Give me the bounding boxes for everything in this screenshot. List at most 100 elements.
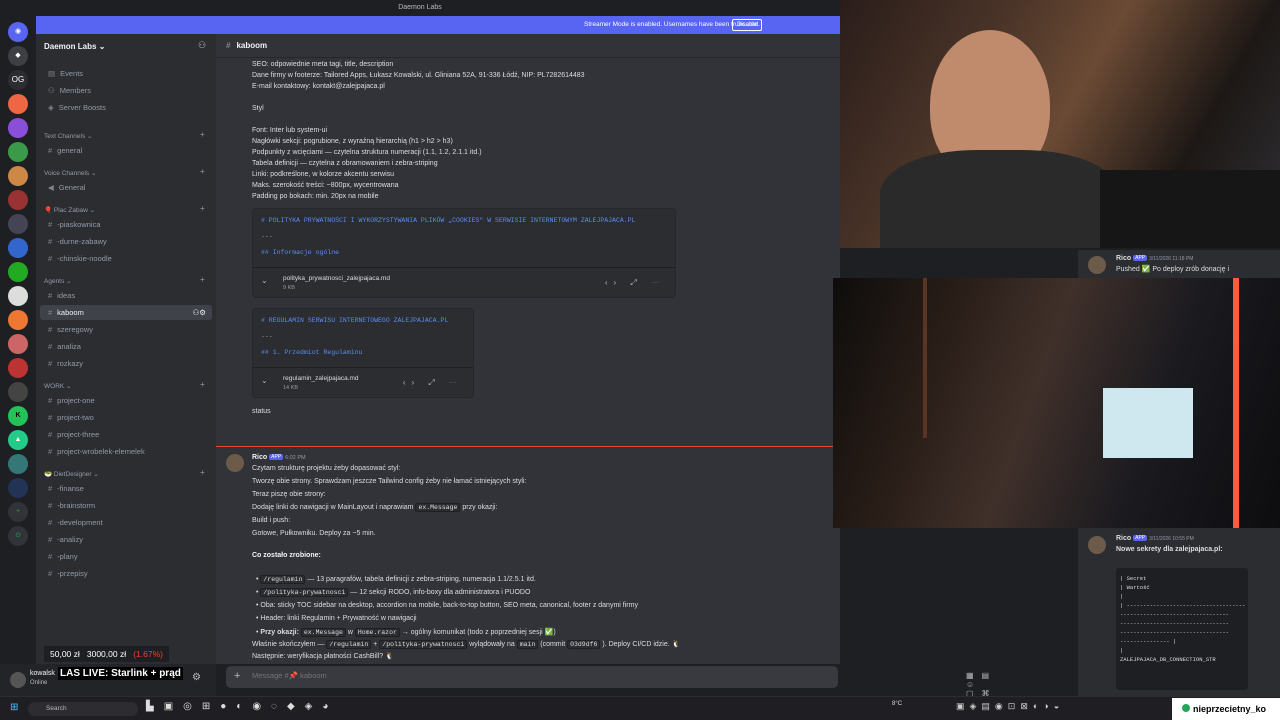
category-plac-zabaw[interactable]: 🎈 Plac Zabaw ⌄ [44, 206, 95, 214]
server-icon[interactable] [8, 454, 28, 474]
message-line: Dane firmy w footerze: Tailored Apps, Łu… [252, 72, 585, 79]
avatar[interactable] [226, 454, 244, 472]
category-text-channels[interactable]: Text Channels ⌄ [44, 132, 92, 140]
author-name[interactable]: Rico [252, 454, 267, 461]
file-name[interactable]: polityka_prywatnosci_zalejpajaca.md [283, 275, 390, 282]
file-actions[interactable]: ‹› ⤢ ⋯ [605, 278, 665, 288]
server-icon[interactable] [8, 238, 28, 258]
hash-icon: # [48, 501, 53, 510]
message-line: Nagłówki sekcji: pogrubione, z wyraźną h… [252, 138, 453, 145]
message-line: Właśnie skończyłem — /regulamin + /polit… [252, 640, 681, 649]
category-work[interactable]: WORK ⌄ [44, 382, 72, 390]
channel-development[interactable]: # -development [40, 515, 212, 530]
server-icon[interactable] [8, 118, 28, 138]
preview-separator: --- [261, 233, 273, 240]
server-boosts-item[interactable]: ◈ Server Boosts [40, 100, 212, 115]
file-row[interactable]: ⌄ polityka_prywatnosci_zalejpajaca.md 9 … [253, 267, 675, 297]
channel-rozkazy[interactable]: # rozkazy [40, 356, 212, 371]
server-icon[interactable] [8, 286, 28, 306]
system-tray-icons[interactable]: ▣◈▤◉⊡⊠◐◑◒ [956, 701, 1064, 712]
settings-icon[interactable]: ⚇⚙ [193, 305, 206, 320]
category-agents[interactable]: Agents ⌄ [44, 277, 72, 285]
channel-project-one[interactable]: # project-one [40, 393, 212, 408]
channel-project-wrobelek[interactable]: # project-wrobelek-elemelek [40, 444, 212, 459]
channel-durne-zabawy[interactable]: # -durne-zabawy [40, 234, 212, 249]
avatar[interactable] [1088, 536, 1106, 554]
channel-project-three[interactable]: # project-three [40, 427, 212, 442]
server-icon[interactable] [8, 310, 28, 330]
hash-icon: # [48, 430, 53, 439]
channel-general[interactable]: # general [40, 143, 212, 158]
file-actions[interactable]: ‹› ⤢ ⋯ [403, 378, 463, 388]
server-name[interactable]: Daemon Labs ⌄ [44, 42, 105, 51]
server-icon[interactable] [8, 214, 28, 234]
chevron-down-icon[interactable]: ⌄ [261, 376, 268, 385]
server-icon[interactable]: ▲ [8, 430, 28, 450]
category-voice-channels[interactable]: Voice Channels ⌄ [44, 169, 96, 177]
channel-ideas[interactable]: # ideas [40, 288, 212, 303]
hash-icon: # [48, 396, 53, 405]
disable-button[interactable]: Disable [731, 19, 762, 31]
server-icon[interactable] [8, 142, 28, 162]
streamer-tag: nieprzecietny_ko [1172, 698, 1280, 720]
channel-piaskownica[interactable]: # -piaskownica [40, 217, 212, 232]
channel-plany[interactable]: # -plany [40, 549, 212, 564]
add-channel-icon[interactable]: + [200, 275, 205, 284]
add-channel-icon[interactable]: + [200, 130, 205, 139]
add-channel-icon[interactable]: + [200, 380, 205, 389]
server-icon[interactable] [8, 334, 28, 354]
window-title-bar: Daemon Labs [0, 0, 840, 16]
avatar[interactable] [1088, 256, 1106, 274]
taskbar-apps[interactable]: ▙▣◎⊞●◐◉◌◆◈◕ [146, 701, 338, 712]
avatar[interactable] [10, 672, 26, 688]
discord-home-icon[interactable]: ◉ [8, 22, 28, 42]
invite-icon[interactable]: ⚇ [198, 40, 206, 51]
message-input[interactable] [252, 671, 552, 680]
hash-icon: # [48, 291, 53, 300]
settings-gear-icon[interactable]: ⚙ [192, 672, 201, 683]
add-channel-icon[interactable]: + [200, 204, 205, 213]
server-icon[interactable] [8, 358, 28, 378]
channel-analiza[interactable]: # analiza [40, 339, 212, 354]
message-line: Font: Inter lub system-ui [252, 127, 328, 134]
chevron-down-icon[interactable]: ⌄ [261, 276, 268, 285]
server-og[interactable]: OG [8, 70, 28, 90]
taskbar-search[interactable]: Search [28, 702, 138, 716]
add-channel-icon[interactable]: + [200, 468, 205, 477]
add-server-icon[interactable]: + [8, 502, 28, 522]
server-icon[interactable] [8, 94, 28, 114]
events-item[interactable]: ▤ Events [40, 66, 212, 81]
message-list: SEO: odpowiednie meta tagi, title, descr… [216, 58, 840, 664]
channel-project-two[interactable]: # project-two [40, 410, 212, 425]
server-icon[interactable] [8, 478, 28, 498]
add-channel-icon[interactable]: + [200, 167, 205, 176]
channel-przepisy[interactable]: # -przepisy [40, 566, 212, 581]
hash-icon: # [48, 569, 53, 578]
composer-actions[interactable]: ▦▤☺▢⌘ [966, 671, 998, 698]
new-messages-divider [216, 446, 840, 447]
channel-chinskie-noodle[interactable]: # -chinskie-noodle [40, 251, 212, 266]
explore-icon[interactable]: ⊙ [8, 526, 28, 546]
server-icon[interactable] [8, 382, 28, 402]
channel-finanse[interactable]: # -finanse [40, 481, 212, 496]
voice-channel-general[interactable]: ◀ General [40, 180, 212, 195]
message-line: Pushed ✅ Po deploy zrób donację i [1116, 266, 1230, 273]
category-dietdesigner[interactable]: 🥗 DietDesigner ⌄ [44, 470, 99, 478]
file-row[interactable]: ⌄ regulamin_zalejpajaca.md 14 KB ‹› ⤢ ⋯ [253, 367, 473, 397]
channel-brainstorm[interactable]: # -brainstorm [40, 498, 212, 513]
file-name[interactable]: regulamin_zalejpajaca.md [283, 375, 359, 382]
server-icon[interactable]: ◆ [8, 46, 28, 66]
add-attachment-icon[interactable]: + [234, 670, 240, 682]
weather-widget[interactable]: 8°C [892, 701, 902, 707]
username: kowalsk [30, 670, 55, 677]
message-line: Tabela definicji — czytelna z obramowani… [252, 160, 438, 167]
server-icon[interactable] [8, 190, 28, 210]
windows-start-icon[interactable]: ⊞ [10, 702, 18, 713]
server-icon[interactable] [8, 262, 28, 282]
server-icon[interactable]: K [8, 406, 28, 426]
members-item[interactable]: ⚇ Members [40, 83, 212, 98]
channel-szeregowy[interactable]: # szeregowy [40, 322, 212, 337]
channel-analizy[interactable]: # -analizy [40, 532, 212, 547]
channel-kaboom[interactable]: # kaboom ⚇⚙ [40, 305, 212, 320]
server-icon[interactable] [8, 166, 28, 186]
